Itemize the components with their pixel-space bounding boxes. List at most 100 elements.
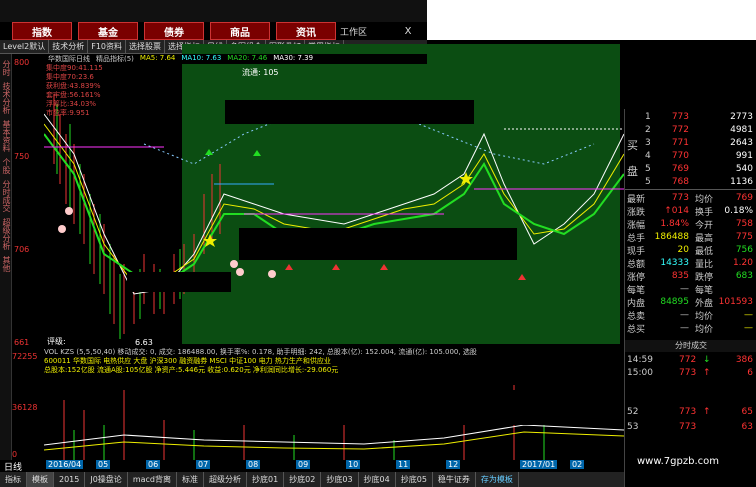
quote-row: 总手 186488 最高 775 — [625, 231, 756, 244]
tick-price: 773 — [679, 407, 697, 417]
quote-key: 总卖 — [627, 311, 646, 322]
quote-val: 84895 — [660, 297, 689, 307]
leftstrip-item[interactable]: 超级分析 — [1, 218, 12, 250]
volume-header-line: VOL KZS (5,5,50,40) 移动成交: 0, 成交: 186488.… — [44, 348, 477, 356]
bid-idx: 5 — [645, 177, 651, 187]
window-white-area — [427, 0, 756, 40]
redaction-box — [127, 272, 231, 292]
volume-tick: 0 — [12, 450, 18, 459]
close-icon[interactable]: X — [393, 22, 423, 40]
bottom-tab[interactable]: 抄底01 — [247, 472, 285, 487]
leftstrip-item[interactable]: 个股 — [1, 158, 12, 174]
leftstrip-item[interactable]: 分时 — [1, 60, 12, 76]
quote-row: 涨停 835 跌停 683 — [625, 270, 756, 283]
redaction-box — [225, 100, 474, 124]
ask-idx: 5 — [645, 164, 651, 174]
ask-price: 770 — [671, 151, 689, 161]
tick-time: 14:59 — [627, 355, 653, 365]
menu-news-button[interactable]: 资讯 — [276, 22, 336, 40]
toolbar-f10[interactable]: F10资料 — [88, 40, 126, 53]
bottom-tab[interactable]: 存为模板 — [476, 472, 519, 487]
bottom-tab[interactable]: 稳牛证券 — [433, 472, 476, 487]
workarea-label[interactable]: 工作区 — [340, 22, 390, 40]
buy-label: 买 — [627, 139, 638, 152]
ask-row[interactable]: 5 769 540 — [625, 163, 756, 175]
quote-row: 总买 — 均价 — — [625, 322, 756, 335]
quote-val2: 1.20 — [732, 258, 753, 268]
ask-row[interactable]: 1 773 2773 — [625, 111, 756, 123]
quote-key: 最新 — [627, 194, 646, 205]
quote-key: 涨跌 — [627, 207, 646, 218]
bottom-tab[interactable]: 超级分析 — [204, 472, 247, 487]
watermark-text: www.7gpzb.com — [637, 456, 719, 467]
price-tick: 750 — [14, 152, 30, 161]
leftstrip-item[interactable]: 其他 — [1, 256, 12, 272]
quote-val2: 769 — [735, 193, 753, 203]
bottom-tab[interactable]: 标准 — [177, 472, 204, 487]
tick-dir: ↓ — [703, 355, 711, 365]
bid-price: 768 — [671, 177, 689, 187]
bottom-tab[interactable]: macd背离 — [128, 472, 177, 487]
toolbar-select-stock[interactable]: 选择股票 — [126, 40, 165, 53]
tick-time: 52 — [627, 407, 639, 417]
quote-panel: 1 773 2773 2 772 4981 3 771 2643 4 770 9… — [624, 109, 756, 487]
bottom-tab[interactable]: 抄底04 — [359, 472, 396, 487]
quote-row: 总额 14333 量比 1.20 — [625, 257, 756, 270]
ask-row[interactable]: 3 771 2643 — [625, 137, 756, 149]
info-line: 集中度70:23.6 — [46, 73, 94, 81]
bottom-tab[interactable]: 抄底02 — [284, 472, 322, 487]
quote-row: 每笔 — 每笔 — [625, 283, 756, 296]
quote-key2: 跌停 — [695, 272, 714, 283]
leftstrip-item[interactable]: 基本资料 — [1, 120, 12, 152]
ask-idx: 1 — [645, 112, 651, 122]
menu-index-button[interactable]: 指数 — [12, 22, 72, 40]
quote-val2: 0.18% — [724, 206, 753, 216]
quote-key2: 最高 — [695, 233, 714, 244]
bottom-tab[interactable]: 指标 — [0, 472, 27, 487]
flow-label: 流通: 105 — [242, 68, 279, 77]
ask-price: 772 — [671, 125, 689, 135]
tick-price: 773 — [679, 422, 697, 432]
quote-val: — — [680, 323, 689, 333]
ask-row[interactable]: 4 770 991 — [625, 150, 756, 162]
low-price-label: 6.63 — [135, 338, 153, 347]
info-line: 集中度90:41.115 — [46, 64, 103, 72]
leftstrip-item[interactable]: 分时成交 — [1, 180, 12, 212]
bid-row[interactable]: 5 768 1136 — [625, 176, 756, 188]
leftstrip-item[interactable]: 技术分析 — [1, 82, 12, 114]
ask-idx: 2 — [645, 125, 651, 135]
tick-row: 14:59 772 ↓ 386 — [625, 354, 756, 366]
ma30-label: MA30: 7.39 — [273, 54, 314, 62]
tick-time: 15:00 — [627, 368, 653, 378]
toolbar-level2[interactable]: Level2默认 — [0, 40, 50, 53]
date-tick: 12 — [446, 460, 461, 469]
menu-commodity-button[interactable]: 商品 — [210, 22, 270, 40]
info-line: 市盈率:9.951 — [46, 109, 90, 117]
quote-val: 1.84% — [660, 219, 689, 229]
ask-price: 773 — [671, 112, 689, 122]
ask-vol: 4981 — [730, 125, 753, 135]
volume-header-line: 600011 华数国际 电热供应 大盘 沪深300 融资融券 MSCI 中证10… — [44, 357, 331, 365]
bottom-tab[interactable]: 模板 — [27, 472, 54, 487]
ask-row[interactable]: 2 772 4981 — [625, 124, 756, 136]
quote-val2: 101593 — [718, 297, 753, 307]
quote-val: 835 — [671, 271, 689, 281]
quote-row: 最新 773 均价 769 — [625, 192, 756, 205]
volume-tick: 36128 — [12, 403, 38, 412]
bid-vol: 1136 — [730, 177, 753, 187]
toolbar-tech-analysis[interactable]: 技术分析 — [49, 40, 89, 53]
tick-vol: 6 — [747, 368, 753, 378]
date-tick: 06 — [146, 460, 161, 469]
tick-row: 52 773 ↑ 65 — [625, 406, 756, 418]
tick-vol: 63 — [741, 422, 753, 432]
bottom-tab[interactable]: 抄底03 — [321, 472, 359, 487]
bottom-tab[interactable]: J0操盘论 — [85, 472, 128, 487]
chart-info-line: 华数国际日线 精品指标(5) MA5: 7.64 MA10: 7.63 MA20… — [44, 54, 427, 64]
menu-bond-button[interactable]: 债券 — [144, 22, 204, 40]
bottom-tab[interactable]: 抄底05 — [396, 472, 433, 487]
bottom-tab[interactable]: 2015 — [54, 472, 86, 487]
menu-fund-button[interactable]: 基金 — [78, 22, 138, 40]
quote-key2: 最低 — [695, 246, 714, 257]
tick-price: 772 — [679, 355, 697, 365]
period-label[interactable]: 日线 — [0, 460, 26, 473]
